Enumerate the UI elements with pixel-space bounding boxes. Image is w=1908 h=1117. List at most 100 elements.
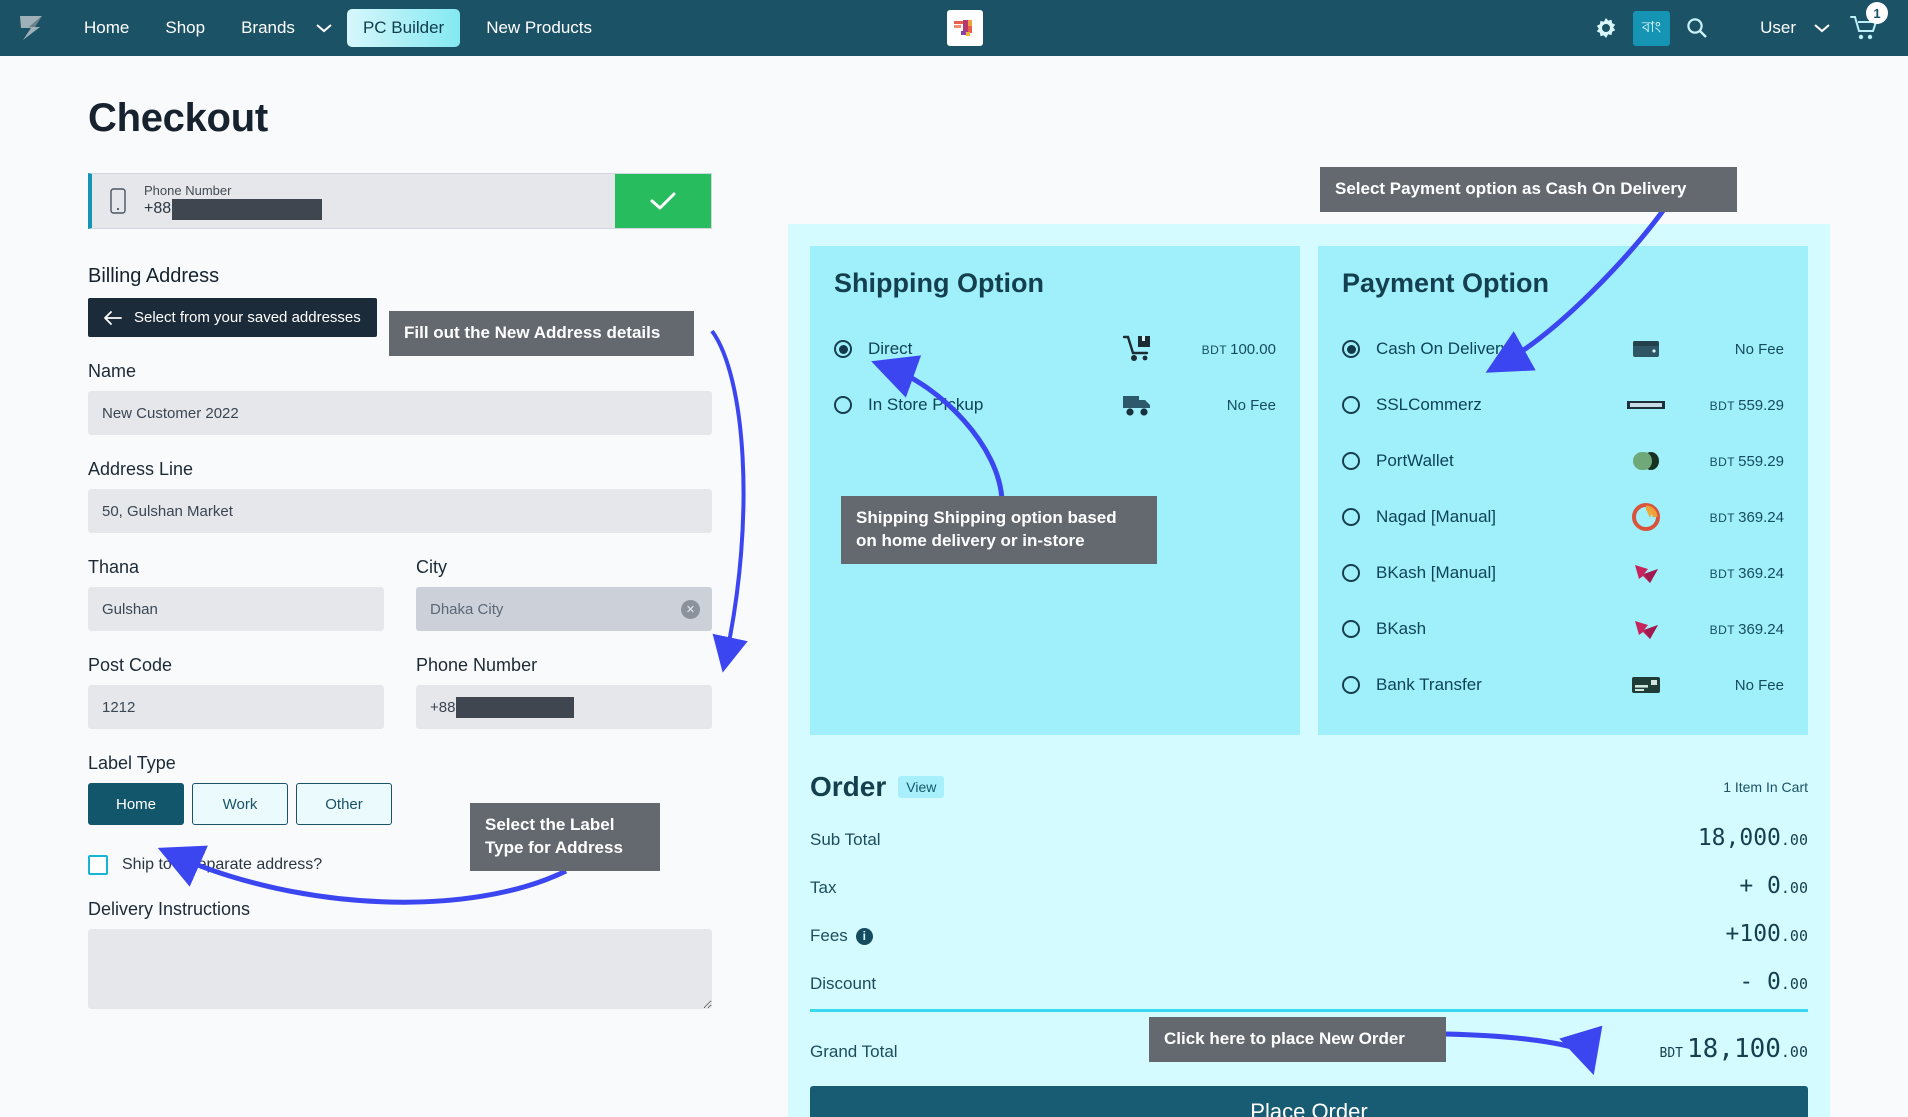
post-code-group: Post Code	[88, 631, 384, 729]
verify-phone-button[interactable]	[615, 174, 711, 228]
language-toggle[interactable]: বাং	[1632, 10, 1671, 46]
bkash-logo-icon-2	[1620, 616, 1672, 642]
payment-option-cash-on-delivery[interactable]: Cash On Delivery No Fee	[1342, 321, 1784, 377]
post-code-input[interactable]	[88, 685, 384, 729]
shipping-option-in-store-fee: No Fee	[1226, 396, 1276, 414]
brand-logo-icon[interactable]	[0, 13, 66, 43]
nagad-manual-currency: BDT	[1709, 510, 1736, 525]
portwallet-logo-icon	[1620, 449, 1672, 473]
grand-total-label: Grand Total	[810, 1042, 898, 1061]
shipping-option-direct-label: Direct	[868, 339, 913, 358]
radio-sslcommerz[interactable]	[1342, 396, 1360, 414]
billing-column: Checkout Phone Number +88 Billing Addres…	[88, 96, 728, 1014]
radio-bkash[interactable]	[1342, 620, 1360, 638]
radio-nagad-manual[interactable]	[1342, 508, 1360, 526]
payment-option-card: Payment Option Cash On Delivery No Fee S…	[1318, 246, 1808, 735]
sub-total-whole: 18,000	[1697, 825, 1781, 851]
label-type-other-button[interactable]: Other	[296, 783, 392, 825]
radio-portwallet[interactable]	[1342, 452, 1360, 470]
payment-cash-on-delivery-fee: No Fee	[1734, 340, 1784, 358]
shipping-direct-amount: 100.00	[1230, 340, 1276, 358]
billing-address-title: Billing Address	[88, 265, 220, 287]
bkash-manual-amount: 369.24	[1738, 564, 1784, 582]
fees-sign: +	[1725, 921, 1740, 947]
discount-value: - 0.00	[1739, 969, 1808, 995]
tax-whole: 0	[1767, 873, 1781, 899]
fees-value: +100.00	[1726, 921, 1809, 947]
ship-separate-checkbox[interactable]	[88, 855, 108, 875]
nav-link-brands[interactable]: Brands	[223, 0, 313, 56]
nav-link-home[interactable]: Home	[66, 0, 147, 56]
view-order-button[interactable]: View	[898, 776, 945, 798]
place-order-button[interactable]: Place Order	[810, 1086, 1808, 1117]
summary-row-fees: Fees i +100.00	[810, 921, 1808, 947]
sslcommerz-logo-icon	[1620, 399, 1672, 411]
sub-total-cents: .00	[1780, 831, 1808, 849]
postcode-phone-row: Post Code Phone Number +88	[88, 631, 728, 729]
nav-links: Home Shop Brands PC Builder New Products	[66, 0, 610, 56]
clear-x-icon[interactable]: ✕	[681, 600, 700, 619]
payment-bkash-fee: BDT 369.24	[1672, 621, 1784, 638]
post-code-label: Post Code	[88, 655, 173, 675]
tax-sign: +	[1739, 873, 1768, 899]
thana-label: Thana	[88, 557, 140, 577]
payment-option-portwallet[interactable]: PortWallet BDT 559.29	[1342, 433, 1784, 489]
ship-separate-label: Ship to a separate address?	[122, 856, 323, 873]
radio-cash-on-delivery[interactable]	[1342, 340, 1360, 358]
user-menu-label[interactable]: User	[1720, 18, 1810, 38]
radio-bank-transfer[interactable]	[1342, 676, 1360, 694]
user-chevron-down-icon[interactable]	[1810, 22, 1838, 34]
bkash-logo-icon	[1620, 560, 1672, 586]
phone-number-field[interactable]: Phone Number +88	[92, 174, 615, 228]
payment-option-nagad-manual[interactable]: Nagad [Manual] BDT 369.24	[1342, 489, 1784, 545]
nav-link-shop[interactable]: Shop	[147, 0, 223, 56]
summary-divider	[810, 1009, 1808, 1012]
delivery-truck-icon	[1112, 392, 1164, 418]
info-icon[interactable]: i	[855, 927, 873, 945]
shipping-option-direct[interactable]: Direct BDT 100.00	[834, 321, 1276, 377]
nagad-logo-icon	[1620, 503, 1672, 531]
radio-direct[interactable]	[834, 340, 852, 358]
payment-sslcommerz-label: SSLCommerz	[1376, 395, 1482, 414]
gear-icon[interactable]	[1583, 0, 1629, 56]
payment-option-bank-transfer[interactable]: Bank Transfer No Fee	[1342, 657, 1784, 713]
radio-bkash-manual[interactable]	[1342, 564, 1360, 582]
shipping-option-card: Shipping Option Direct BDT 100.00 In Sto…	[810, 246, 1300, 735]
city-label: City	[416, 557, 447, 577]
mobile-phone-icon	[106, 188, 130, 214]
redacted-billing-phone-block	[456, 696, 575, 718]
delivery-instructions-textarea[interactable]	[88, 929, 712, 1009]
order-header: Order View 1 Item In Cart	[810, 757, 1808, 803]
page-title: Checkout	[88, 96, 268, 140]
fees-cents: .00	[1780, 927, 1808, 945]
address-line-label: Address Line	[88, 459, 194, 479]
radio-in-store-pickup[interactable]	[834, 396, 852, 414]
nav-link-new-products[interactable]: New Products	[468, 0, 610, 56]
city-input[interactable]	[416, 587, 712, 631]
label-type-home-button[interactable]: Home	[88, 783, 184, 825]
center-promo-logo[interactable]	[947, 10, 983, 46]
payment-option-title: Payment Option	[1342, 268, 1550, 298]
payment-bank-transfer-label: Bank Transfer	[1376, 675, 1482, 694]
payment-sslcommerz-fee: BDT 559.29	[1672, 397, 1784, 414]
label-type-work-button[interactable]: Work	[192, 783, 288, 825]
nav-tab-pc-builder[interactable]: PC Builder	[346, 9, 461, 47]
select-saved-addresses-button[interactable]: Select from your saved addresses	[88, 298, 377, 337]
bank-card-icon	[1620, 675, 1672, 695]
shopping-cart-button[interactable]: 1	[1838, 0, 1890, 56]
thana-input[interactable]	[88, 587, 384, 631]
search-icon[interactable]	[1674, 0, 1720, 56]
chevron-down-icon[interactable]	[313, 22, 339, 34]
shipping-option-in-store-pickup[interactable]: In Store Pickup No Fee	[834, 377, 1276, 433]
payment-option-sslcommerz[interactable]: SSLCommerz BDT 559.29	[1342, 377, 1784, 433]
payment-cash-on-delivery-label: Cash On Delivery	[1376, 339, 1510, 358]
billing-phone-input[interactable]: +88	[416, 685, 712, 729]
payment-option-bkash-manual[interactable]: BKash [Manual] BDT 369.24	[1342, 545, 1784, 601]
address-line-input[interactable]	[88, 489, 712, 533]
select-saved-addresses-label: Select from your saved addresses	[134, 309, 361, 326]
tax-cents: .00	[1780, 879, 1808, 897]
name-input[interactable]	[88, 391, 712, 435]
phone-verify-row: Phone Number +88	[88, 173, 712, 229]
payment-option-bkash[interactable]: BKash BDT 369.24	[1342, 601, 1784, 657]
thana-group: Thana	[88, 533, 384, 631]
